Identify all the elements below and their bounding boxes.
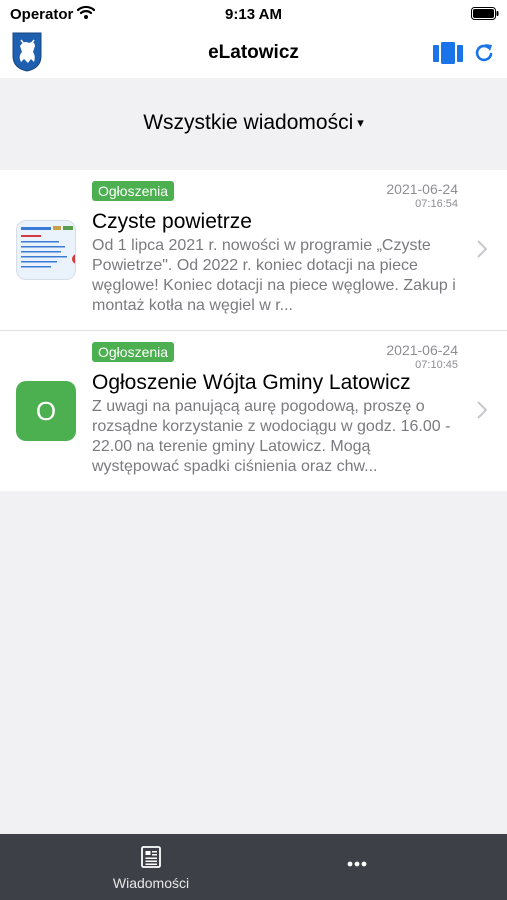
app-title: eLatowicz: [208, 42, 299, 63]
message-thumbnail-image: [16, 220, 76, 280]
message-list: Ogłoszenia 2021-06-24 07:16:54 Czyste po…: [0, 170, 507, 491]
tab-messages-label: Wiadomości: [112, 875, 190, 891]
nav-bar: eLatowicz: [0, 28, 507, 78]
message-thumbnail-letter: O: [16, 381, 76, 441]
tab-more[interactable]: [330, 834, 385, 900]
category-badge: Ogłoszenia: [92, 181, 175, 201]
chevron-right-icon: [477, 401, 487, 419]
dropdown-arrow-icon: ▾: [357, 115, 364, 130]
filter-bar: Wszystkie wiadomości ▾: [0, 78, 507, 170]
message-time: 07:10:45: [415, 359, 458, 371]
category-filter-dropdown[interactable]: Wszystkie wiadomości ▾: [0, 111, 507, 135]
list-item[interactable]: O Ogłoszenia 2021-06-24 07:10:45 Ogłosze…: [0, 331, 507, 491]
chevron-right-icon: [477, 240, 487, 258]
thumbnail-flyer-image: [17, 221, 75, 279]
message-title: Czyste powietrze: [92, 210, 252, 233]
more-icon: [347, 861, 367, 867]
message-date: 2021-06-24: [386, 342, 458, 358]
book-icon[interactable]: [433, 42, 463, 64]
battery-icon: [471, 7, 499, 20]
category-badge: Ogłoszenia: [92, 342, 175, 362]
message-date: 2021-06-24: [386, 181, 458, 197]
status-bar: Operator 9:13 AM: [0, 0, 507, 28]
news-icon: [141, 846, 161, 868]
tab-messages[interactable]: Wiadomości: [96, 834, 206, 900]
status-time: 9:13 AM: [225, 6, 282, 23]
tab-bar: Wiadomości: [0, 834, 507, 900]
message-preview: Od 1 lipca 2021 r. nowości w programie „…: [92, 237, 456, 314]
list-item[interactable]: Ogłoszenia 2021-06-24 07:16:54 Czyste po…: [0, 170, 507, 331]
message-preview: Z uwagi na panującą aurę pogodową, prosz…: [92, 398, 451, 475]
message-title: Ogłoszenie Wójta Gminy Latowicz: [92, 371, 411, 394]
message-time: 07:16:54: [415, 198, 458, 210]
filter-label: Wszystkie wiadomości: [143, 111, 354, 134]
refresh-icon[interactable]: [473, 42, 495, 64]
